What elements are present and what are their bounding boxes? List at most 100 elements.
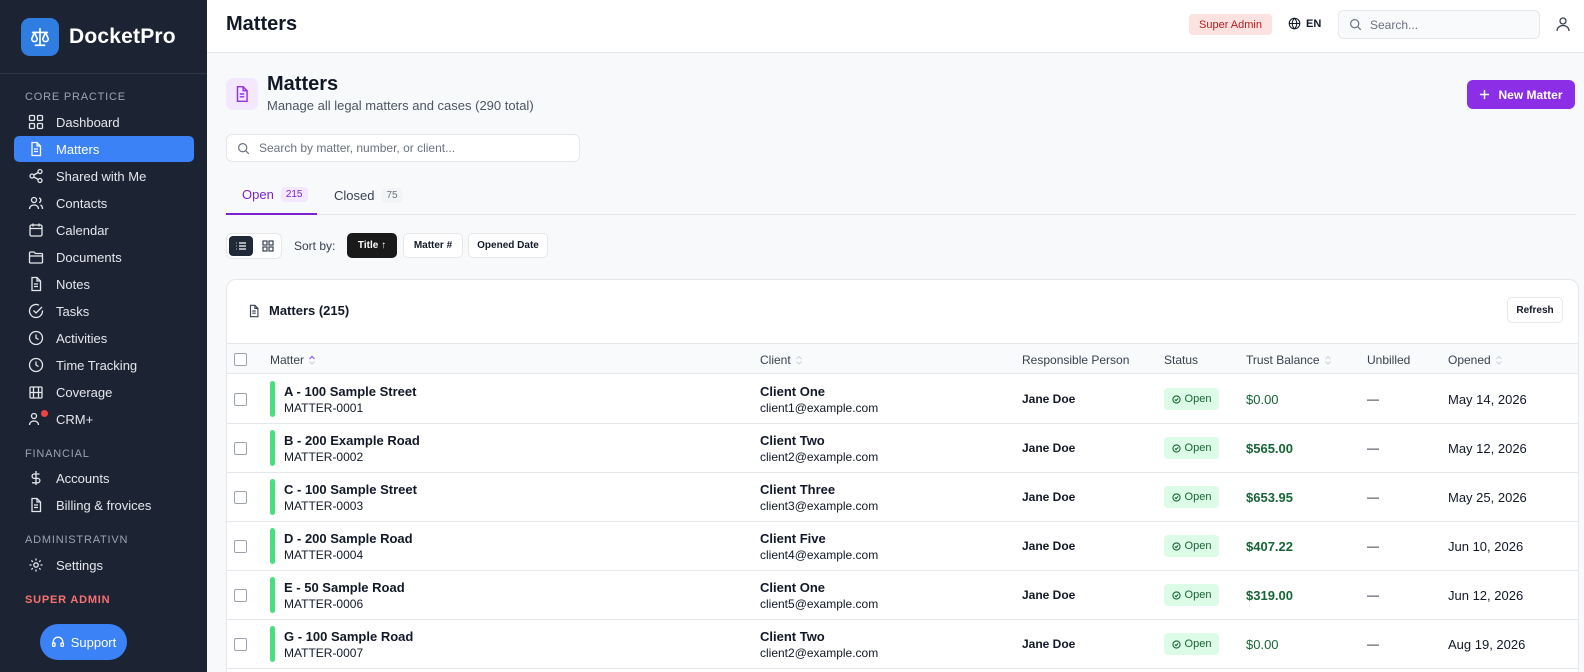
tab-closed[interactable]: Closed 75	[334, 176, 403, 215]
sidebar-item-contacts[interactable]: Contacts	[14, 190, 194, 216]
main-content: Matters Manage all legal matters and cas…	[207, 53, 1584, 672]
sidebar-item-label: Calendar	[56, 222, 109, 238]
header-title: Matters	[226, 13, 298, 35]
table-row[interactable]: B - 200 Example Road MATTER-0002 Client …	[227, 424, 1578, 473]
unbilled: —	[1367, 637, 1379, 651]
unbilled: —	[1367, 490, 1379, 504]
sidebar-item-notes[interactable]: Notes	[14, 271, 194, 297]
column-client[interactable]: Client	[760, 353, 803, 367]
matters-icon	[226, 78, 258, 110]
sidebar-item-accounts[interactable]: Accounts	[14, 465, 194, 491]
table-row[interactable]: A - 100 Sample Street MATTER-0001 Client…	[227, 375, 1578, 424]
plus-icon	[1480, 89, 1490, 100]
row-checkbox[interactable]	[234, 442, 247, 455]
language-selector[interactable]: EN	[1288, 17, 1321, 30]
matter-title[interactable]: E - 50 Sample Road	[284, 580, 405, 595]
sidebar-item-crm[interactable]: CRM+	[14, 406, 194, 432]
trust-balance: $565.00	[1246, 441, 1293, 456]
top-bar: Matters Super Admin EN	[207, 0, 1584, 53]
row-checkbox[interactable]	[234, 589, 247, 602]
support-button[interactable]: Support	[40, 624, 127, 660]
matter-number: MATTER-0003	[284, 499, 364, 513]
sort-title-button[interactable]: Title ↑	[347, 233, 397, 258]
note-icon	[31, 276, 42, 292]
sidebar-item-documents[interactable]: Documents	[14, 244, 194, 270]
dashboard-icon	[28, 114, 44, 130]
gear-icon	[29, 558, 43, 572]
grid-view-button[interactable]	[256, 236, 280, 256]
column-opened[interactable]: Opened	[1448, 353, 1503, 367]
search-icon	[1350, 19, 1362, 31]
sidebar-item-label: Tasks	[56, 303, 90, 319]
matter-title[interactable]: B - 200 Example Road	[284, 433, 420, 448]
user-icon[interactable]	[1555, 16, 1571, 32]
folder-icon	[28, 251, 44, 264]
brand[interactable]: DocketPro	[0, 0, 207, 74]
status-badge: Open	[1164, 535, 1219, 557]
sidebar-item-billing[interactable]: Billing & frovices	[14, 492, 194, 518]
sidebar-item-matters[interactable]: Matters	[14, 136, 194, 162]
column-trust-balance[interactable]: Trust Balance	[1246, 353, 1332, 367]
users-icon	[28, 196, 44, 210]
sidebar-item-settings[interactable]: Settings	[14, 552, 194, 578]
table-row[interactable]: C - 100 Sample Street MATTER-0003 Client…	[227, 473, 1578, 522]
status-text: Open	[1184, 540, 1212, 552]
sort-matter-number-button[interactable]: Matter #	[403, 233, 463, 258]
matter-search[interactable]	[226, 134, 580, 162]
page-subtitle: Manage all legal matters and cases (290 …	[267, 98, 534, 113]
sort-icon	[1495, 355, 1502, 365]
column-label: Matter	[270, 353, 305, 367]
tab-open[interactable]: Open 215	[226, 176, 317, 215]
status-badge: Open	[1164, 633, 1219, 655]
list-icon	[236, 242, 246, 250]
table-row[interactable]: G - 100 Sample Road MATTER-0007 Client T…	[227, 620, 1578, 669]
column-label: Unbilled	[1367, 353, 1411, 367]
sidebar-item-label: Shared with Me	[56, 168, 147, 184]
sidebar-item-tasks[interactable]: Tasks	[14, 298, 194, 324]
sidebar-item-coverage[interactable]: Coverage	[14, 379, 194, 405]
global-search-input[interactable]	[1370, 17, 1530, 32]
global-search[interactable]	[1338, 10, 1540, 39]
support-label: Support	[70, 634, 117, 650]
status-text: Open	[1184, 393, 1212, 405]
row-checkbox[interactable]	[234, 540, 247, 553]
opened-date: May 14, 2026	[1448, 392, 1527, 407]
matter-search-input[interactable]	[259, 141, 569, 155]
sort-opened-date-button[interactable]: Opened Date	[468, 233, 548, 258]
trust-balance: $653.95	[1246, 490, 1293, 505]
matter-title[interactable]: A - 100 Sample Street	[284, 384, 416, 399]
sidebar-item-label: Billing & frovices	[56, 497, 152, 513]
row-checkbox[interactable]	[234, 393, 247, 406]
sidebar-item-dashboard[interactable]: Dashboard	[14, 109, 194, 135]
row-checkbox[interactable]	[234, 638, 247, 651]
row-color-bar	[270, 626, 275, 662]
sidebar-item-activities[interactable]: Activities	[14, 325, 194, 351]
select-all-checkbox[interactable]	[234, 353, 247, 366]
status-tabs: Open 215 Closed 75	[226, 176, 1576, 215]
matter-title[interactable]: D - 200 Sample Road	[284, 531, 413, 546]
matter-title[interactable]: C - 100 Sample Street	[284, 482, 417, 497]
sidebar-item-calendar[interactable]: Calendar	[14, 217, 194, 243]
client-name: Client One	[760, 580, 826, 595]
client-email: client2@example.com	[760, 646, 879, 660]
row-checkbox[interactable]	[234, 491, 247, 504]
matter-title[interactable]: G - 100 Sample Road	[284, 629, 413, 644]
opened-date: May 25, 2026	[1448, 490, 1527, 505]
section-super-admin: SUPER ADMIN	[25, 594, 111, 606]
refresh-button[interactable]: Refresh	[1507, 297, 1563, 323]
unbilled: —	[1367, 441, 1379, 455]
new-matter-button[interactable]: New Matter	[1467, 80, 1575, 109]
client-email: client3@example.com	[760, 499, 879, 513]
sidebar-item-shared-with-me[interactable]: Shared with Me	[14, 163, 194, 189]
table-row[interactable]: D - 200 Sample Road MATTER-0004 Client F…	[227, 522, 1578, 571]
column-matter[interactable]: Matter	[270, 353, 316, 367]
table-row[interactable]: E - 50 Sample Road MATTER-0006 Client On…	[227, 571, 1578, 620]
list-view-button[interactable]	[229, 236, 253, 256]
unbilled: —	[1367, 588, 1379, 602]
sidebar-item-time-tracking[interactable]: Time Tracking	[14, 352, 194, 378]
row-color-bar	[270, 577, 275, 613]
check-circle-icon	[1171, 590, 1181, 600]
headset-icon	[51, 636, 64, 648]
grid-icon	[262, 240, 274, 252]
table-title: Matters (215)	[247, 303, 349, 318]
